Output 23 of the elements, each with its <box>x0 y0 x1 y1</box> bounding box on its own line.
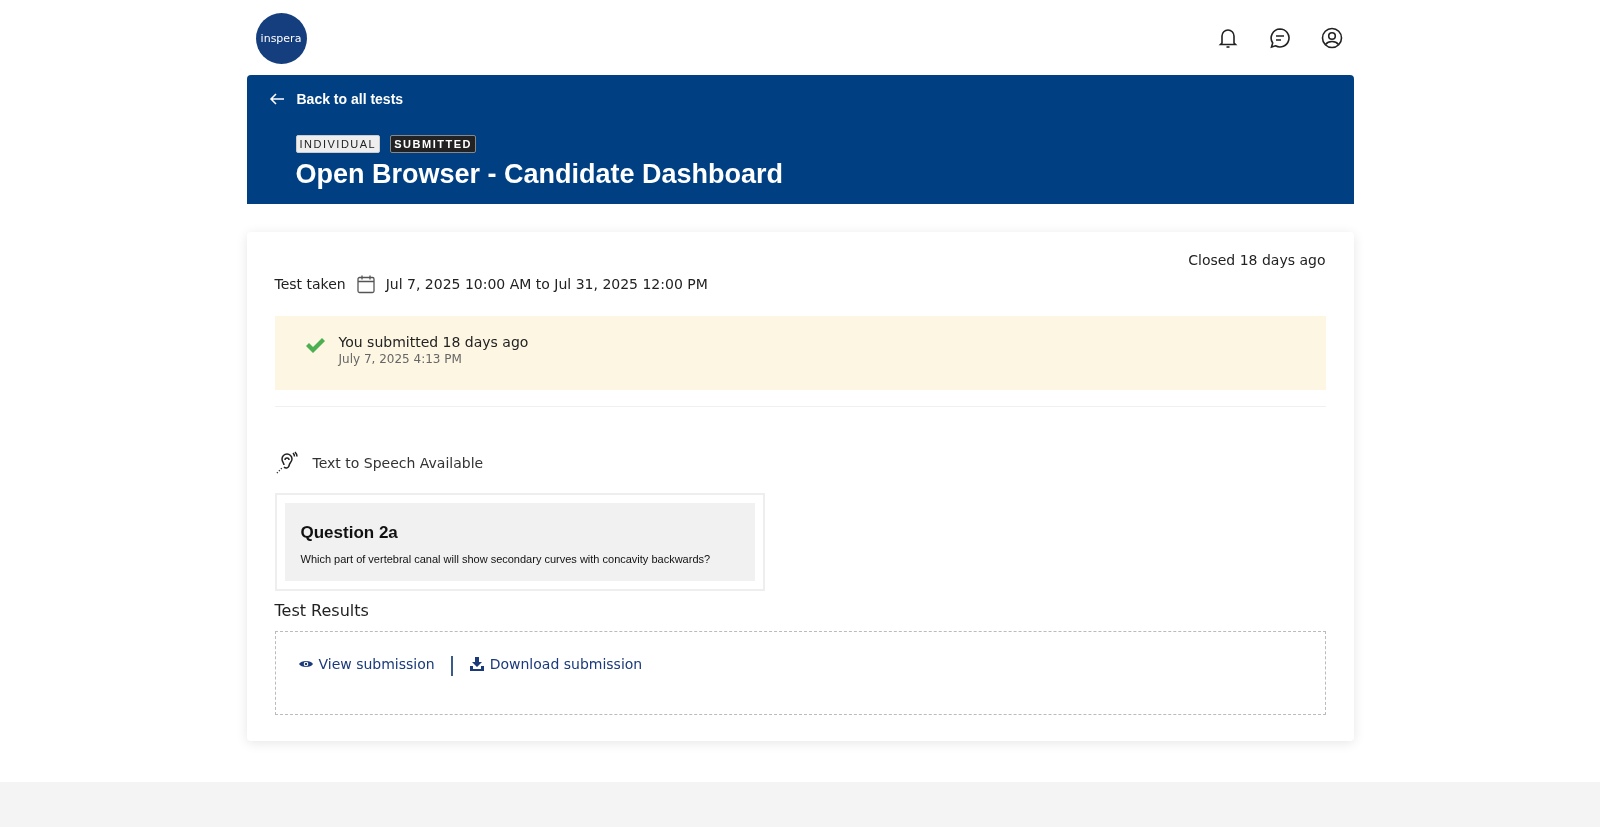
chat-icon[interactable] <box>1267 25 1292 50</box>
page-title: Open Browser - Candidate Dashboard <box>295 159 785 190</box>
closed-status: Closed 18 days ago <box>1187 252 1326 268</box>
user-icon[interactable] <box>1319 25 1344 50</box>
question-title: Question 2a <box>300 523 399 543</box>
logo[interactable]: inspera <box>255 13 307 64</box>
view-submission-link[interactable]: View submission <box>297 656 435 672</box>
submission-message: You submitted 18 days ago <box>338 334 529 350</box>
back-link[interactable]: Back to all tests <box>268 91 1354 107</box>
status-tag: INDIVIDUAL <box>295 135 381 153</box>
arrow-left-icon <box>268 91 285 107</box>
download-icon <box>468 657 485 671</box>
calendar-icon <box>355 274 376 294</box>
submission-timestamp: July 7, 2025 4:13 PM <box>338 352 463 366</box>
test-taken-label: Test taken <box>274 276 346 292</box>
test-taken-range: Jul 7, 2025 10:00 AM to Jul 31, 2025 12:00 PM <box>385 276 708 292</box>
status-tag: SUBMITTED <box>390 135 476 153</box>
question-text: Which part of vertebral canal will show secondary curves with concavity backwards? <box>300 553 712 565</box>
accessibility-label: Text to Speech Available <box>312 455 484 471</box>
ear-icon <box>274 451 299 475</box>
results-heading: Test Results <box>274 601 370 620</box>
download-submission-link[interactable]: Download submission <box>468 656 643 672</box>
check-icon <box>304 336 325 354</box>
